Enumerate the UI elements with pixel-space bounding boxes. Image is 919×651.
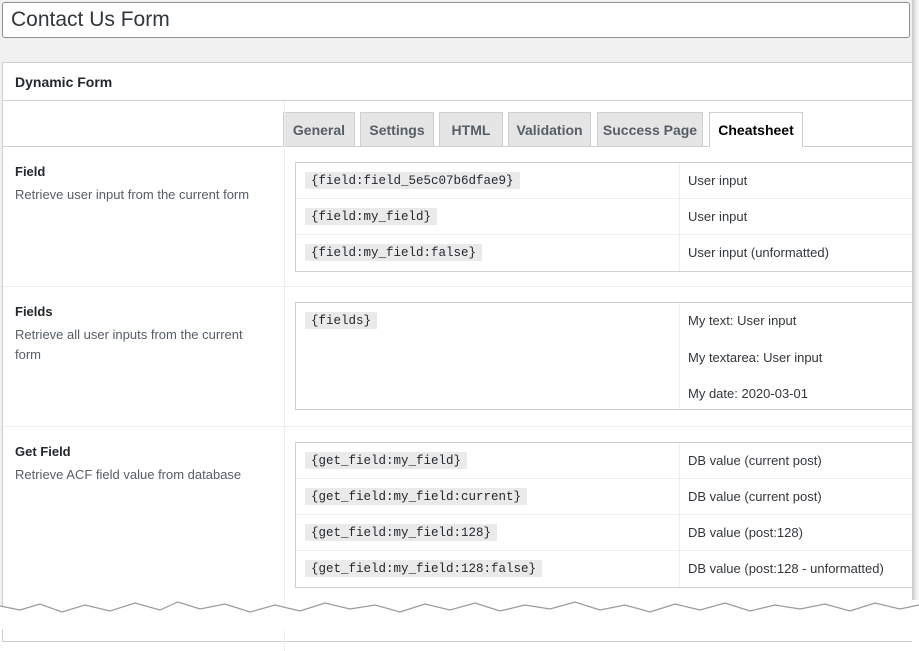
section-label: Get Field (15, 444, 71, 459)
tab-success-page[interactable]: Success Page (597, 112, 703, 146)
table-row: {field:field_5e5c07b6dfae9} User input (296, 163, 913, 199)
tab-html[interactable]: HTML (439, 112, 503, 146)
row-value: DB value (current post) (688, 489, 822, 504)
row-value: My textarea: User input (688, 350, 823, 365)
code-snippet[interactable]: {fields} (305, 312, 378, 329)
fields-table: {fields} My text: User input My textarea… (295, 302, 913, 410)
code-snippet[interactable]: {get_field:my_field:128:false} (305, 560, 543, 577)
row-value: My date: 2020-03-01 (688, 386, 808, 401)
row-value: User input (unformatted) (688, 245, 829, 260)
code-snippet[interactable]: {field:my_field:false} (305, 244, 483, 261)
section-label: Fields (15, 304, 53, 319)
post-title-input[interactable]: Contact Us Form (2, 2, 910, 38)
section-field: Field Retrieve user input from the curre… (3, 147, 913, 287)
code-snippet[interactable]: {field:field_5e5c07b6dfae9} (305, 172, 520, 189)
table-row: {get_field:my_field} DB value (current p… (296, 443, 913, 479)
editor-canvas: Contact Us Form Dynamic Form General Set… (0, 0, 913, 651)
tab-general[interactable]: General (283, 112, 355, 146)
tab-validation[interactable]: Validation (508, 112, 591, 146)
table-row: {get_field:my_field:current} DB value (c… (296, 479, 913, 515)
code-snippet[interactable]: {get_field:my_field} (305, 452, 468, 469)
code-snippet[interactable]: {get_field:my_field:current} (305, 488, 528, 505)
dynamic-form-metabox: Dynamic Form General Settings HTML Valid… (2, 62, 913, 651)
section-description: Retrieve user input from the current for… (15, 187, 250, 202)
row-value: User input (688, 209, 748, 224)
table-row: {field:my_field:false} User input (unfor… (296, 235, 913, 271)
section-description: Retrieve all user inputs from the curren… (15, 327, 243, 362)
screenshot-shadow (912, 0, 919, 600)
row-value: DB value (current post) (688, 453, 822, 468)
get-field-table: {get_field:my_field} DB value (current p… (295, 442, 913, 588)
section-fields: Fields Retrieve all user inputs from the… (3, 287, 913, 427)
table-row: {get_field:my_field:128} DB value (post:… (296, 515, 913, 551)
section-label: Field (15, 164, 46, 179)
row-value: DB value (post:128 - unformatted) (688, 561, 884, 576)
metabox-header[interactable]: Dynamic Form (3, 63, 912, 101)
section-description: Retrieve ACF field value from database (15, 467, 242, 482)
metabox-title: Dynamic Form (15, 74, 113, 90)
tab-bar: General Settings HTML Validation Success… (3, 101, 913, 147)
table-row: {fields} My text: User input My textarea… (296, 303, 913, 409)
row-value: My text: User input (688, 313, 797, 328)
tab-cheatsheet[interactable]: Cheatsheet (709, 112, 803, 147)
code-snippet[interactable]: {field:my_field} (305, 208, 438, 225)
tab-settings[interactable]: Settings (360, 112, 434, 146)
field-table: {field:field_5e5c07b6dfae9} User input {… (295, 162, 913, 272)
table-row: {field:my_field} User input (296, 199, 913, 235)
code-snippet[interactable]: {get_field:my_field:128} (305, 524, 498, 541)
torn-edge-decoration (0, 601, 919, 629)
table-row: {get_field:my_field:128:false} DB value … (296, 551, 913, 587)
section-get-field: Get Field Retrieve ACF field value from … (3, 427, 913, 607)
row-value: DB value (post:128) (688, 525, 803, 540)
row-value: User input (688, 173, 748, 188)
